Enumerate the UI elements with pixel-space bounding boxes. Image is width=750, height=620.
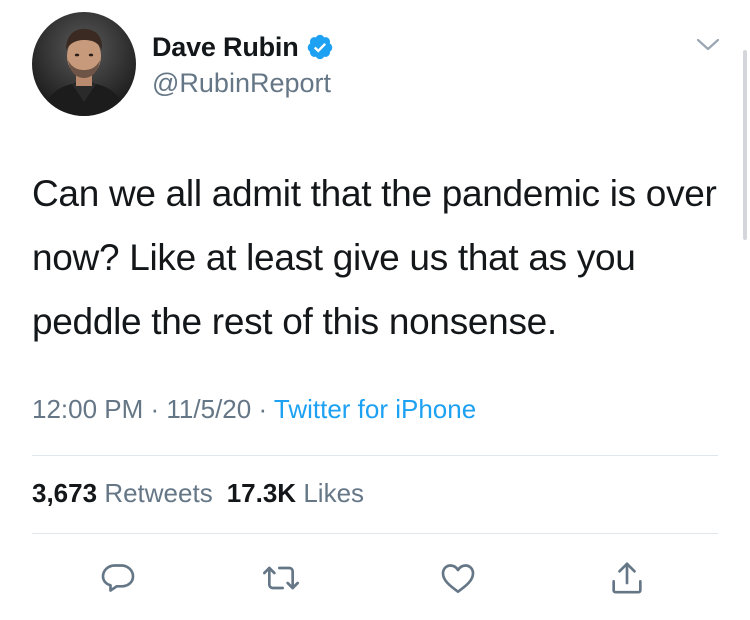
retweet-button[interactable] [259,556,303,600]
retweets-label: Retweets [104,478,213,508]
tweet-stats: 3,673 Retweets 17.3K Likes [32,478,364,509]
tweet-date[interactable]: 11/5/20 [166,394,251,424]
divider [32,455,718,456]
user-handle[interactable]: @RubinReport [152,68,334,99]
meta-separator: · [143,394,167,424]
retweets-stat[interactable]: 3,673 Retweets [32,478,213,508]
tweet-card: Dave Rubin @RubinReport Can we all admit… [0,0,750,620]
scrollbar[interactable] [743,50,747,240]
name-row: Dave Rubin [152,30,334,64]
avatar[interactable] [32,12,136,116]
reply-button[interactable] [96,556,140,600]
share-button[interactable] [605,556,649,600]
reply-icon [101,564,135,592]
like-button[interactable] [436,556,480,600]
user-info: Dave Rubin @RubinReport [152,30,334,99]
share-icon [612,562,642,594]
retweets-count: 3,673 [32,478,98,508]
tweet-source-link[interactable]: Twitter for iPhone [274,394,476,424]
likes-count: 17.3K [226,478,297,508]
tweet-actions [0,556,750,600]
chevron-down-icon[interactable] [694,35,722,55]
tweet-text: Can we all admit that the pandemic is ov… [32,173,717,342]
verified-badge-icon [306,33,334,61]
likes-label: Likes [303,478,365,508]
profile-photo-icon [32,12,136,116]
divider [32,533,718,534]
meta-separator: · [251,394,274,424]
display-name[interactable]: Dave Rubin [152,32,299,63]
tweet-meta: 12:00 PM · 11/5/20 · Twitter for iPhone [32,394,476,425]
tweet-time[interactable]: 12:00 PM [32,394,143,424]
likes-stat[interactable]: 17.3K Likes [227,478,364,508]
heart-icon [441,564,475,593]
retweet-icon [263,566,299,590]
